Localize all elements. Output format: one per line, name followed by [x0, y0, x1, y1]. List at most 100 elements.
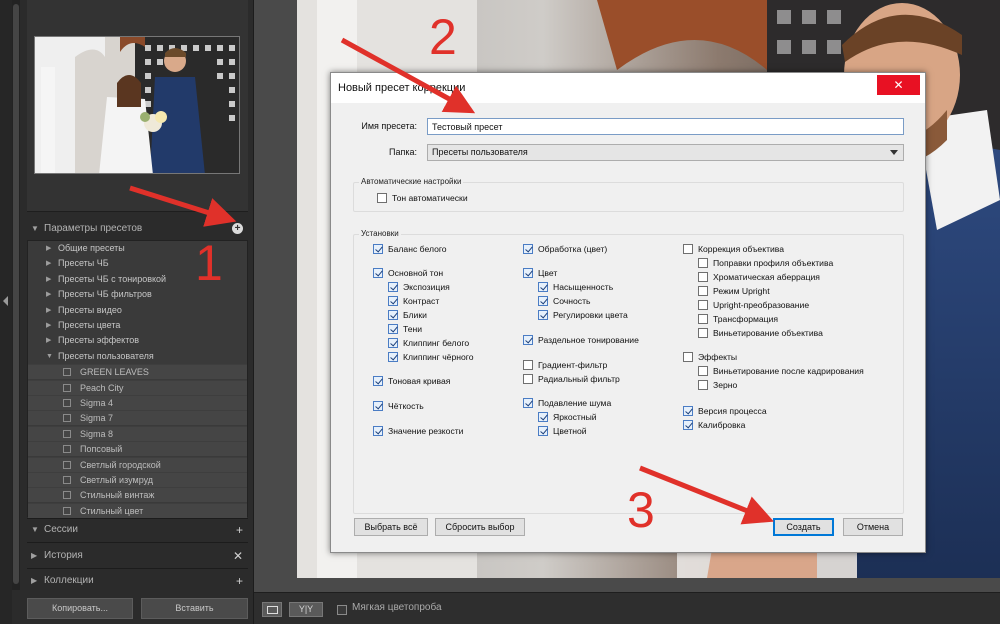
luminance-noise-checkbox[interactable]: Яркостный: [538, 411, 678, 423]
checkbox-label: Значение резкости: [388, 426, 464, 436]
preset-folder-color[interactable]: ▶ Пресеты цвета: [28, 318, 247, 333]
tone-curve-checkbox[interactable]: Тоновая кривая: [373, 375, 513, 387]
auto-settings-legend: Автоматические настройки: [359, 177, 464, 186]
upright-transform-checkbox[interactable]: Upright-преобразование: [698, 299, 898, 311]
noise-reduction-checkbox[interactable]: Подавление шума: [523, 397, 673, 409]
preset-file-icon: [63, 476, 71, 484]
color-noise-checkbox[interactable]: Цветной: [538, 425, 678, 437]
auto-tone-checkbox[interactable]: Тон автоматически: [377, 192, 527, 204]
clarity-checkbox[interactable]: Чёткость: [373, 400, 513, 412]
copy-button[interactable]: Копировать...: [27, 598, 133, 619]
vibrance-checkbox[interactable]: Сочность: [538, 295, 678, 307]
preset-folder-user[interactable]: ▼ Пресеты пользователя: [28, 349, 247, 364]
contrast-checkbox[interactable]: Контраст: [388, 295, 518, 307]
left-panel-edge[interactable]: [0, 0, 12, 624]
white-clipping-checkbox[interactable]: Клиппинг белого: [388, 337, 518, 349]
basic-tone-checkbox[interactable]: Основной тон: [373, 267, 513, 279]
preset-item[interactable]: Peach City: [28, 379, 247, 395]
sessions-panel-title: Сессии: [44, 524, 78, 535]
select-all-button[interactable]: Выбрать всё: [354, 518, 428, 536]
checkbox-label: Эффекты: [698, 352, 738, 362]
checkbox-label: Виньетирование объектива: [713, 328, 823, 338]
checkbox-box: [683, 244, 693, 254]
transform-checkbox[interactable]: Трансформация: [698, 313, 898, 325]
close-button[interactable]: ✕: [877, 75, 920, 95]
history-panel-header[interactable]: ▶ История ✕: [27, 546, 248, 566]
radial-filter-checkbox[interactable]: Радиальный фильтр: [523, 373, 673, 385]
effects-checkbox[interactable]: Эффекты: [683, 351, 883, 363]
white-balance-checkbox[interactable]: Баланс белого: [373, 243, 513, 255]
left-panel-scrollbar[interactable]: [12, 0, 20, 590]
black-clipping-checkbox[interactable]: Клиппинг чёрного: [388, 351, 518, 363]
profile-corrections-checkbox[interactable]: Поправки профиля объектива: [698, 257, 898, 269]
lens-correction-checkbox[interactable]: Коррекция объектива: [683, 243, 883, 255]
collapse-left-icon[interactable]: [3, 296, 8, 306]
preset-item[interactable]: Светлый изумруд: [28, 472, 247, 487]
checkbox-box: [523, 360, 533, 370]
preset-item[interactable]: Попсовый: [28, 441, 247, 457]
add-collection-icon[interactable]: +: [236, 571, 243, 591]
color-adjustments-checkbox[interactable]: Регулировки цвета: [538, 309, 678, 321]
chromatic-aberration-checkbox[interactable]: Хроматическая аберрация: [698, 271, 898, 283]
clear-history-icon[interactable]: ✕: [233, 546, 243, 566]
add-icon[interactable]: +: [236, 520, 243, 540]
grain-checkbox[interactable]: Зерно: [698, 379, 898, 391]
preset-folder-effects[interactable]: ▶ Пресеты эффектов: [28, 333, 247, 348]
preset-item[interactable]: Светлый городской: [28, 456, 247, 472]
cancel-button[interactable]: Отмена: [843, 518, 903, 536]
highlights-checkbox[interactable]: Блики: [388, 309, 518, 321]
loupe-view-button[interactable]: [262, 602, 282, 617]
collections-panel-header[interactable]: ▶ Коллекции +: [27, 571, 248, 591]
checkbox-box: [698, 366, 708, 376]
paste-button[interactable]: Вставить: [141, 598, 248, 619]
preset-item-label: Стильный винтаж: [80, 490, 155, 501]
soft-proof-checkbox[interactable]: [337, 605, 347, 615]
checkbox-label: Баланс белого: [388, 244, 447, 254]
color-treatment-checkbox[interactable]: Обработка (цвет): [523, 243, 673, 255]
process-version-checkbox[interactable]: Версия процесса: [683, 405, 883, 417]
reset-selection-button[interactable]: Сбросить выбор: [435, 518, 525, 536]
loupe-view-icon: [267, 606, 278, 614]
upright-mode-checkbox[interactable]: Режим Upright: [698, 285, 898, 297]
checkbox-label: Яркостный: [553, 412, 597, 422]
before-after-view-button[interactable]: Y|Y: [289, 602, 323, 617]
preset-folder-label: Общие пресеты: [58, 243, 125, 253]
preset-item-label: Попсовый: [80, 444, 123, 455]
split-toning-checkbox[interactable]: Раздельное тонирование: [523, 334, 673, 346]
preset-item[interactable]: Sigma 4: [28, 395, 247, 410]
preset-item[interactable]: Стильный цвет: [28, 502, 247, 518]
lens-vignetting-checkbox[interactable]: Виньетирование объектива: [698, 327, 898, 339]
navigator-preview[interactable]: [34, 36, 240, 174]
preset-item-label: Sigma 8: [80, 428, 114, 439]
shadows-checkbox[interactable]: Тени: [388, 323, 518, 335]
preset-folder-label: Пресеты пользователя: [58, 350, 154, 361]
dialog-title: Новый пресет коррекции: [338, 82, 466, 94]
checkbox-label: Обработка (цвет): [538, 244, 608, 254]
preset-item[interactable]: Sigma 8: [28, 425, 247, 441]
preset-item[interactable]: Стильный винтаж: [28, 487, 247, 503]
sharpness-checkbox[interactable]: Значение резкости: [373, 425, 513, 437]
scrollbar-thumb[interactable]: [13, 4, 19, 584]
color-checkbox[interactable]: Цвет: [523, 267, 673, 279]
preset-item-label: Светлый городской: [80, 459, 161, 470]
add-preset-icon[interactable]: +: [232, 223, 243, 234]
graduated-filter-checkbox[interactable]: Градиент-фильтр: [523, 359, 673, 371]
create-button[interactable]: Создать: [773, 518, 834, 536]
exposure-checkbox[interactable]: Экспозиция: [388, 281, 518, 293]
checkbox-box: [373, 401, 383, 411]
calibration-checkbox[interactable]: Калибровка: [683, 419, 883, 431]
preset-folder-video[interactable]: ▶ Пресеты видео: [28, 303, 247, 318]
checkbox-box: [683, 406, 693, 416]
preset-item[interactable]: GREEN LEAVES: [28, 364, 247, 380]
preset-name-label: Имя пресета:: [361, 121, 417, 131]
sessions-panel-header[interactable]: ▼ Сессии +: [27, 520, 248, 540]
post-crop-vignetting-checkbox[interactable]: Виньетирование после кадрирования: [698, 365, 903, 377]
dialog-titlebar[interactable]: Новый пресет коррекции ✕: [331, 73, 925, 103]
preset-item[interactable]: Sigma 7: [28, 410, 247, 426]
preset-file-icon: [63, 506, 71, 515]
checkbox-label: Виньетирование после кадрирования: [713, 366, 864, 376]
saturation-checkbox[interactable]: Насыщенность: [538, 281, 678, 293]
preset-name-input[interactable]: [427, 118, 904, 135]
folder-select[interactable]: Пресеты пользователя: [427, 144, 904, 161]
checkbox-label: Коррекция объектива: [698, 244, 785, 254]
